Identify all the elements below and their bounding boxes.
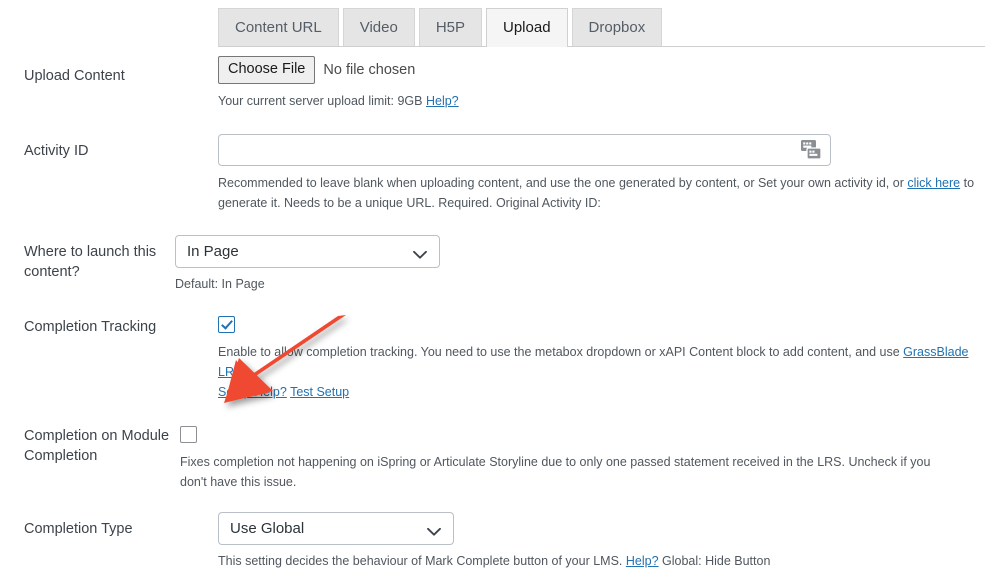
test-setup-link[interactable]: Test Setup [290, 385, 349, 399]
file-chosen-status: No file chosen [323, 61, 416, 78]
label-completion-on-module: Completion on Module Completion [24, 427, 170, 464]
launch-location-select[interactable]: In Page [175, 234, 440, 268]
help-completion-on-module: Fixes completion not happening on iSprin… [180, 454, 931, 489]
activity-id-input-wrap [218, 133, 831, 166]
setup-help-link[interactable]: Setup Help? [218, 385, 287, 399]
tab-upload[interactable]: Upload [486, 8, 568, 47]
help-completion-type: This setting decides the behaviour of Ma… [218, 551, 970, 571]
help-completion-tracking-part2: . [242, 364, 246, 379]
row-launch-location: Where to launch this content? In Page De… [0, 234, 997, 294]
help-upload-limit-text: Your current server upload limit: 9GB [218, 93, 426, 108]
xapi-content-settings-form: Upload Content Choose File No file chose… [0, 56, 997, 571]
help-completion-tracking-part1: Enable to allow completion tracking. You… [218, 344, 904, 359]
help-completion-tracking: Enable to allow completion tracking. You… [218, 342, 985, 402]
help-launch-location: Default: In Page [175, 276, 265, 291]
help-completion-type-part1: This setting decides the behaviour of Ma… [218, 553, 626, 568]
completion-tracking-checkbox[interactable] [218, 315, 235, 333]
completion-type-help-link[interactable]: Help? [626, 554, 659, 568]
field-activity-id: Recommended to leave blank when uploadin… [218, 133, 997, 213]
activity-id-generate-link[interactable]: click here [907, 176, 960, 190]
label-activity-id: Activity ID [24, 142, 89, 159]
help-activity-id-part1: Recommended to leave blank when uploadin… [218, 175, 908, 190]
tab-h5p[interactable]: H5P [418, 8, 482, 47]
field-upload-content: Choose File No file chosen Your current … [218, 56, 997, 111]
tab-content-url[interactable]: Content URL [218, 8, 339, 47]
label-completion-type: Completion Type [24, 520, 133, 537]
activity-id-input[interactable] [218, 133, 831, 166]
help-completion-type-part2: Global: Hide Button [658, 553, 771, 568]
row-completion-tracking: Completion Tracking Enable to allow comp… [0, 315, 997, 402]
tab-dropbox[interactable]: Dropbox [571, 8, 663, 47]
field-completion-tracking: Enable to allow completion tracking. You… [218, 315, 997, 402]
field-completion-type: Use Global This setting decides the beha… [218, 511, 997, 571]
tab-list: Content URL Video H5P Upload Dropbox [218, 7, 985, 47]
label-upload-content: Upload Content [24, 68, 125, 84]
label-completion-tracking: Completion Tracking [24, 318, 157, 335]
label-launch-location: Where to launch this content? [24, 243, 157, 280]
tab-video[interactable]: Video [342, 8, 415, 47]
completion-type-select[interactable]: Use Global [218, 511, 454, 545]
help-upload-limit: Your current server upload limit: 9GB He… [218, 91, 970, 111]
row-activity-id: Activity ID Recommended to leave blank w… [0, 133, 997, 213]
row-upload-content: Upload Content Choose File No file chose… [0, 56, 997, 111]
field-launch-location: In Page Default: In Page [175, 234, 997, 294]
row-completion-type: Completion Type Use Global This setting … [0, 511, 997, 571]
content-source-tabs: Content URL Video H5P Upload Dropbox [218, 7, 985, 47]
generate-id-icon[interactable] [799, 139, 823, 161]
upload-limit-help-link[interactable]: Help? [426, 94, 459, 108]
file-input-group[interactable]: Choose File No file chosen [218, 56, 985, 84]
launch-location-select-wrap: In Page [175, 234, 440, 268]
help-activity-id: Recommended to leave blank when uploadin… [218, 173, 985, 213]
choose-file-button[interactable]: Choose File [218, 56, 316, 84]
completion-type-select-wrap: Use Global [218, 511, 454, 545]
tabs-divider [218, 46, 985, 47]
field-completion-on-module: Fixes completion not happening on iSprin… [180, 425, 997, 492]
completion-on-module-checkbox[interactable] [180, 425, 197, 443]
row-completion-on-module: Completion on Module Completion Fixes co… [0, 425, 997, 492]
